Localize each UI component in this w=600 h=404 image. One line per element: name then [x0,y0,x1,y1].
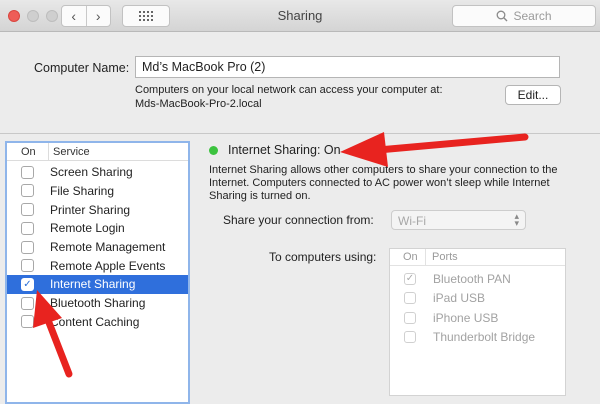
service-row[interactable]: Content Caching [7,313,188,332]
service-checkbox[interactable] [21,315,34,329]
service-checkbox[interactable] [21,165,34,179]
port-label: iPad USB [433,291,486,305]
service-label: Remote Apple Events [50,258,166,273]
service-label: Remote Login [50,221,125,236]
port-label: Bluetooth PAN [433,271,511,286]
checkmark-icon: ✓ [23,278,32,290]
chevron-left-icon: ‹ [71,8,77,24]
ports-column-header-ports[interactable]: Ports [426,251,458,263]
show-all-button[interactable] [122,5,170,27]
arrow-to-status [340,132,529,167]
title-bar: ‹ › Sharing Search [0,0,600,32]
service-checkbox[interactable] [21,203,34,217]
service-row[interactable]: Bluetooth Sharing [7,294,188,313]
share-from-value: Wi-Fi [398,214,426,228]
port-checkbox[interactable] [404,292,416,304]
column-header-service[interactable]: Service [49,146,90,158]
ports-column-header-on[interactable]: On [390,249,426,265]
service-label: Remote Management [50,240,166,255]
service-label: File Sharing [50,183,115,198]
port-row[interactable]: ✓ Bluetooth PAN [390,269,565,288]
column-header-on[interactable]: On [7,143,49,160]
service-label: Internet Sharing [50,277,136,292]
service-label: Printer Sharing [50,202,131,217]
services-list: On Service Screen Sharing File Sharing Pri… [5,141,190,404]
port-label: iPhone USB [433,310,499,325]
service-row[interactable]: Printer Sharing [7,200,188,219]
local-address-description: Computers on your local network can acce… [135,83,443,111]
computer-name-input[interactable]: Md’s MacBook Pro (2) [135,56,560,78]
navigation-buttons: ‹ › [61,5,111,27]
service-row[interactable]: ✓ Internet Sharing [7,275,188,294]
service-label: Content Caching [50,314,140,329]
port-checkbox[interactable] [404,331,416,343]
status-indicator-dot [209,146,218,155]
ports-list-header: On Ports [390,249,565,266]
port-row[interactable]: iPhone USB [390,308,565,327]
local-address-text: Computers on your local network can acce… [135,84,443,96]
local-hostname: Mds-MacBook-Pro-2.local [135,98,262,110]
edit-hostname-button[interactable]: Edit... [505,85,561,105]
search-placeholder: Search [513,9,552,23]
to-computers-label: To computers using: [269,250,377,264]
service-label: Bluetooth Sharing [50,296,146,311]
checkmark-icon: ✓ [405,273,415,284]
sharing-status: Internet Sharing: On [228,143,341,157]
share-from-select[interactable]: Wi-Fi ▴ ▾ [391,210,526,230]
minimize-window-button[interactable] [27,10,39,22]
forward-button[interactable]: › [85,6,111,26]
service-row[interactable]: File Sharing [7,182,188,201]
close-window-button[interactable] [8,10,20,22]
service-row[interactable]: Screen Sharing [7,163,188,182]
chevron-right-icon: › [95,8,101,24]
ports-list: On Ports ✓ Bluetooth PAN iPad USB iPhone US… [389,248,566,396]
share-from-label: Share your connection from: [223,213,374,227]
services-list-header: On Service [7,143,188,161]
zoom-window-button[interactable] [46,10,58,22]
service-checkbox[interactable] [21,296,34,310]
port-row[interactable]: Thunderbolt Bridge [390,328,565,347]
port-checkbox[interactable]: ✓ [404,272,416,285]
service-row[interactable]: Remote Login [7,219,188,238]
service-checkbox[interactable] [21,259,34,273]
port-row[interactable]: iPad USB [390,289,565,308]
service-checkbox[interactable] [21,184,34,198]
port-label: Thunderbolt Bridge [433,330,536,344]
computer-name-section: Computer Name: Md’s MacBook Pro (2) Comp… [0,32,600,134]
service-row[interactable]: Remote Apple Events [7,257,188,276]
service-label: Screen Sharing [50,165,133,180]
back-button[interactable]: ‹ [62,6,86,26]
search-icon [497,10,508,22]
search-field[interactable]: Search [452,5,596,27]
service-checkbox[interactable] [21,221,34,235]
service-checkbox[interactable] [21,240,34,254]
service-checkbox[interactable]: ✓ [21,277,34,291]
sharing-description: Internet Sharing allows other computers … [209,164,558,202]
service-row[interactable]: Remote Management [7,238,188,257]
computer-name-label: Computer Name: [34,61,130,75]
grid-icon [139,11,153,21]
updown-chevron-icon: ▴ ▾ [514,211,519,228]
port-checkbox[interactable] [404,311,416,324]
